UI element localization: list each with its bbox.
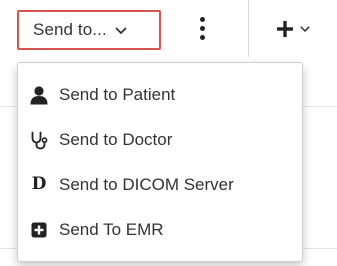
menu-item-label: Send to Patient bbox=[59, 84, 176, 104]
add-button[interactable] bbox=[276, 17, 310, 41]
menu-item-label: Send To EMR bbox=[59, 219, 164, 239]
toolbar-divider bbox=[248, 0, 249, 57]
toolbar: Send to... bbox=[0, 0, 337, 57]
menu-item-send-to-emr[interactable]: Send To EMR bbox=[18, 207, 302, 252]
stethoscope-icon bbox=[28, 129, 50, 151]
menu-item-label: Send to Doctor bbox=[59, 129, 173, 149]
more-options-button[interactable] bbox=[196, 14, 210, 44]
menu-item-label: Send to DICOM Server bbox=[59, 174, 234, 194]
user-icon bbox=[28, 84, 50, 106]
chevron-down-icon bbox=[115, 27, 127, 34]
send-to-label: Send to... bbox=[33, 20, 107, 39]
chevron-down-icon bbox=[300, 25, 310, 32]
plus-square-icon bbox=[28, 219, 50, 241]
send-to-dropdown-menu: Send to Patient Send to Doctor D Send to… bbox=[17, 62, 303, 262]
dicom-d-icon: D bbox=[28, 174, 50, 196]
menu-item-send-to-patient[interactable]: Send to Patient bbox=[18, 72, 302, 117]
dicom-d-glyph: D bbox=[31, 174, 47, 194]
menu-item-send-to-dicom-server[interactable]: D Send to DICOM Server bbox=[18, 162, 302, 207]
menu-item-send-to-doctor[interactable]: Send to Doctor bbox=[18, 117, 302, 162]
vertical-ellipsis-icon bbox=[200, 17, 205, 22]
plus-icon bbox=[277, 21, 293, 37]
page: Send to... Send to Patient Send to Docto… bbox=[0, 0, 337, 266]
send-to-button[interactable]: Send to... bbox=[17, 10, 161, 50]
